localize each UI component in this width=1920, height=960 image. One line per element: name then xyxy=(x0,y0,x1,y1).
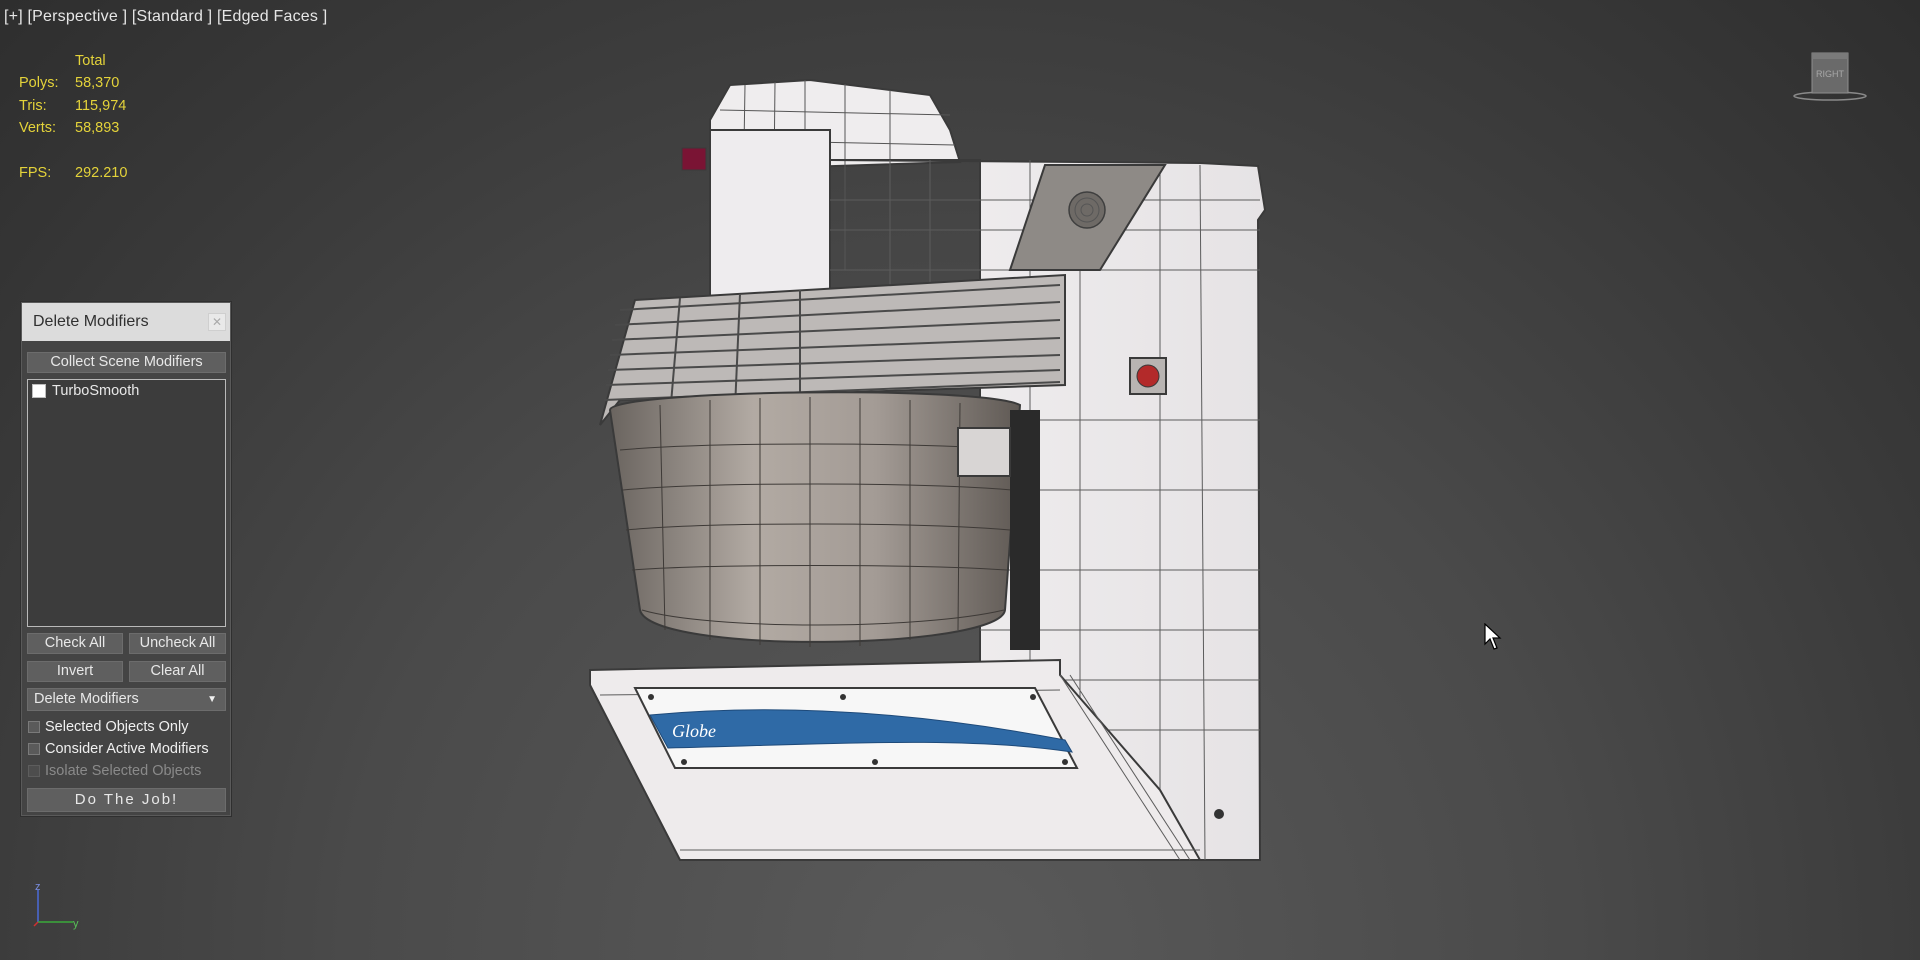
do-the-job-button[interactable]: Do The Job! xyxy=(27,788,226,812)
delete-modifiers-panel: Delete Modifiers ✕ Collect Scene Modifie… xyxy=(21,302,231,816)
checkbox-box[interactable] xyxy=(28,743,40,755)
mode-dropdown[interactable]: Delete Modifiers ▼ xyxy=(27,688,226,711)
modifier-checkbox[interactable] xyxy=(32,384,46,398)
close-icon[interactable]: ✕ xyxy=(208,313,226,331)
isolate-selected-objects-label: Isolate Selected Objects xyxy=(45,763,202,779)
tris-value: 115,974 xyxy=(75,97,127,114)
modifiers-list[interactable]: TurboSmooth xyxy=(27,379,226,627)
selected-objects-only-checkbox[interactable]: Selected Objects Only xyxy=(28,719,188,735)
mode-dropdown-value: Delete Modifiers xyxy=(34,691,139,707)
verts-label: Verts: xyxy=(19,120,57,137)
fps-label: FPS: xyxy=(19,164,52,181)
viewport-label-menu[interactable]: [+] [Perspective ] [Standard ] [Edged Fa… xyxy=(4,8,327,26)
mixer-3d-model[interactable]: Globe xyxy=(560,70,1280,870)
list-item[interactable]: TurboSmooth xyxy=(32,383,139,399)
viewcube-icon[interactable]: RIGHT xyxy=(1790,48,1870,108)
mouse-cursor-icon xyxy=(1484,623,1502,650)
isolate-selected-objects-checkbox: Isolate Selected Objects xyxy=(28,763,201,779)
polys-value: 58,370 xyxy=(75,75,120,92)
consider-active-modifiers-label: Consider Active Modifiers xyxy=(45,741,209,757)
axis-tripod-icon: z y xyxy=(33,881,79,930)
panel-title[interactable]: Delete Modifiers xyxy=(22,303,230,341)
stats-header: Total xyxy=(75,53,106,69)
perspective-viewport[interactable]: [+] [Perspective ] [Standard ] [Edged Fa… xyxy=(0,0,1920,960)
tris-label: Tris: xyxy=(19,97,47,114)
axis-y-label: y xyxy=(73,918,79,930)
axis-z-label: z xyxy=(35,881,41,893)
checkbox-box[interactable] xyxy=(28,721,40,733)
checkbox-box xyxy=(28,765,40,777)
modifier-label: TurboSmooth xyxy=(52,383,140,399)
mixer-logo-text: Globe xyxy=(672,721,716,741)
clear-all-button[interactable]: Clear All xyxy=(129,661,226,682)
verts-value: 58,893 xyxy=(75,120,120,137)
viewport-statistics: Total Polys: 58,370 Tris: 115,974 Verts: 58… xyxy=(19,50,127,184)
collect-scene-modifiers-button[interactable]: Collect Scene Modifiers xyxy=(27,352,226,373)
uncheck-all-button[interactable]: Uncheck All xyxy=(129,633,226,654)
check-all-button[interactable]: Check All xyxy=(27,633,123,654)
invert-button[interactable]: Invert xyxy=(27,661,123,682)
chevron-down-icon: ▼ xyxy=(207,694,217,705)
consider-active-modifiers-checkbox[interactable]: Consider Active Modifiers xyxy=(28,741,209,757)
selected-objects-only-label: Selected Objects Only xyxy=(45,719,189,735)
polys-label: Polys: xyxy=(19,75,59,92)
viewcube-face-label: RIGHT xyxy=(1816,69,1845,79)
fps-value: 292.210 xyxy=(75,164,128,181)
